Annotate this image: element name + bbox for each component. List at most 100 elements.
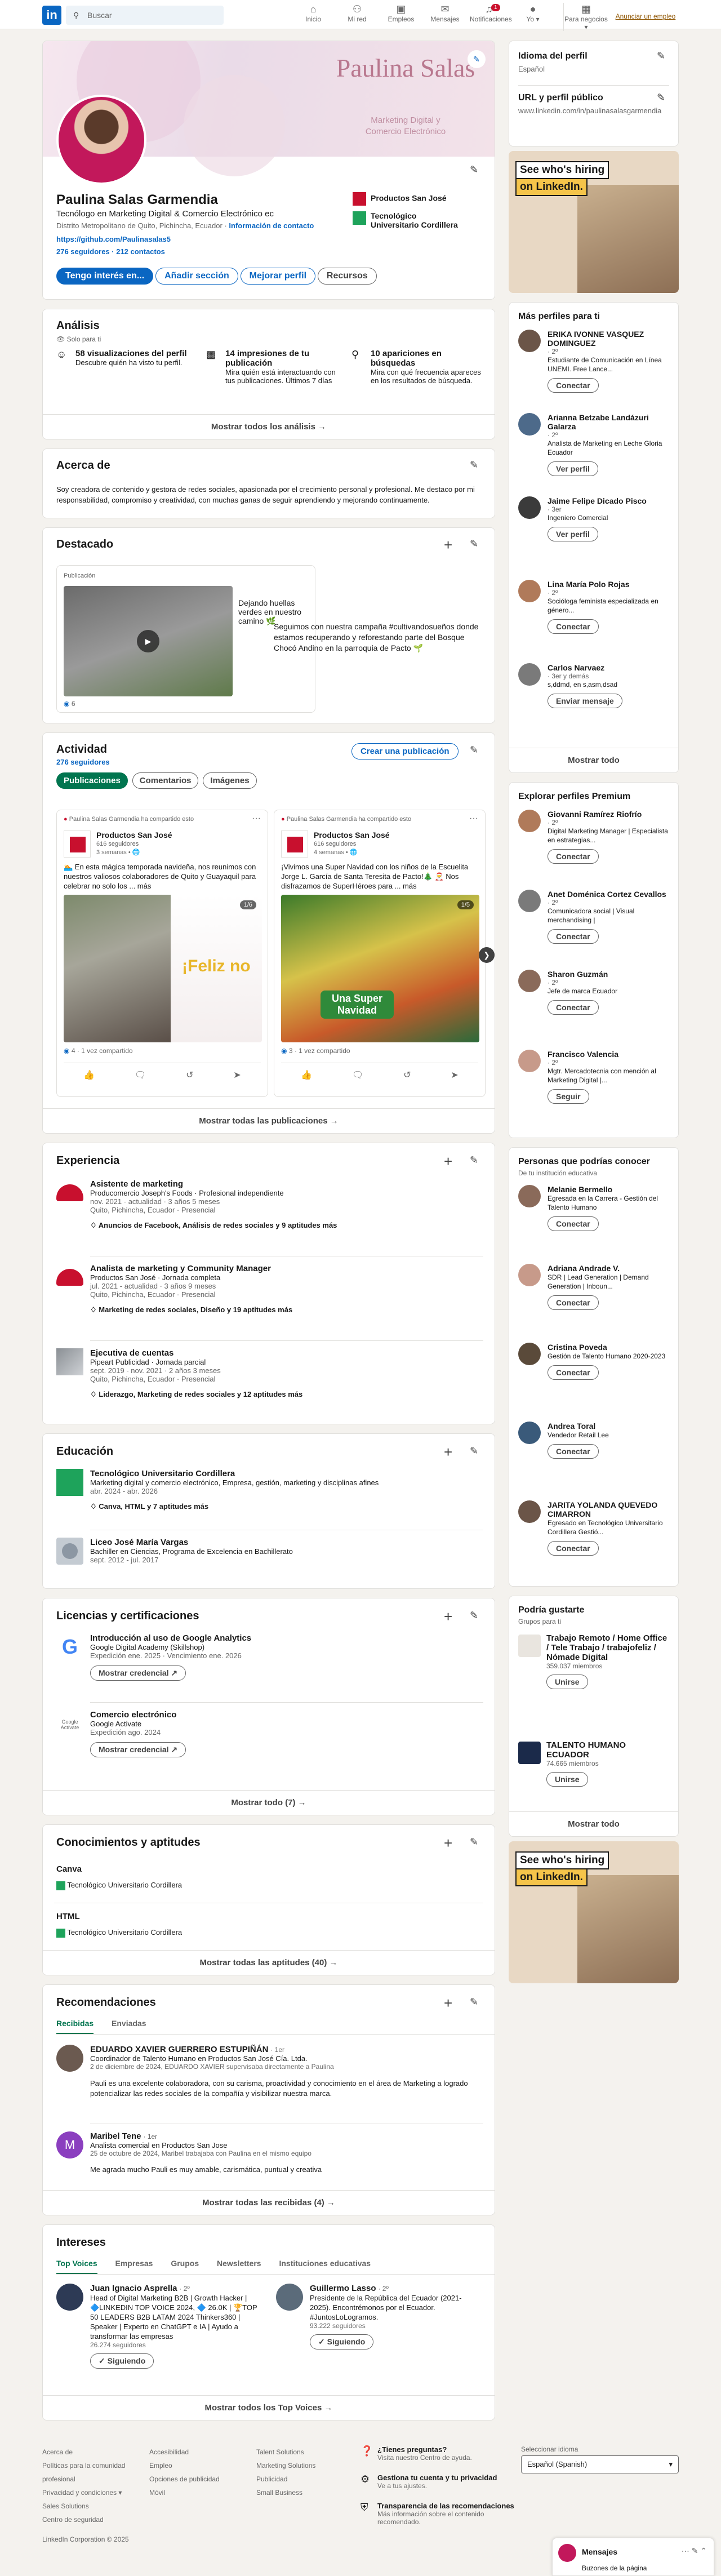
person-name[interactable]: ERIKA IVONNE VASQUEZ DOMINGUEZ xyxy=(548,330,670,348)
person-name[interactable]: Carlos Narvaez xyxy=(548,663,670,672)
footer-link[interactable]: Empleo xyxy=(149,2459,245,2472)
person-name[interactable]: Andrea Toral xyxy=(548,1422,670,1431)
improve-profile-button[interactable]: Mejorar perfil xyxy=(240,268,316,285)
footer-link[interactable]: Marketing Solutions xyxy=(256,2459,352,2472)
person-name[interactable]: Sharon Guzmán xyxy=(548,970,670,979)
search-input[interactable]: ⚲ Buscar xyxy=(66,6,224,25)
footer-link[interactable]: Sales Solutions xyxy=(42,2499,138,2513)
connect-button[interactable]: Conectar xyxy=(548,1295,599,1310)
activity-followers[interactable]: 276 seguidores xyxy=(56,758,110,766)
nav-messaging[interactable]: ✉ Mensajes xyxy=(426,3,464,23)
current-company[interactable]: Productos San José xyxy=(353,192,447,206)
school-logo[interactable] xyxy=(56,1538,83,1565)
add-section-button[interactable]: Añadir sección xyxy=(155,268,238,285)
connect-button[interactable]: Conectar xyxy=(548,1000,599,1015)
like-button[interactable]: 👍 xyxy=(301,1069,312,1081)
activity-post[interactable]: ● Paulina Salas Garmendia ha compartido … xyxy=(274,810,486,1097)
connect-button[interactable]: Seguir xyxy=(548,1089,589,1104)
avatar[interactable] xyxy=(518,663,541,686)
open-to-button[interactable]: Tengo interés en... xyxy=(56,268,154,285)
hiring-ad[interactable]: See who's hiring on LinkedIn. xyxy=(509,151,679,293)
person-name[interactable]: Lina María Polo Rojas xyxy=(548,580,670,589)
tab-schools[interactable]: Instituciones educativas xyxy=(279,2259,371,2273)
connect-button[interactable]: Conectar xyxy=(548,378,599,393)
avatar[interactable] xyxy=(518,890,541,912)
footer-link[interactable]: Accesibilidad xyxy=(149,2445,245,2459)
add-featured-button[interactable]: + xyxy=(444,538,452,552)
more-options-icon[interactable]: ··· xyxy=(469,814,478,824)
repost-button[interactable]: ↺ xyxy=(403,1069,411,1081)
person-name[interactable]: Arianna Betzabe Landázuri Galarza xyxy=(548,413,670,431)
analytics-impressions[interactable]: ▩ 14 impresiones de tu publicación Mira … xyxy=(206,349,336,385)
send-button[interactable]: ➤ xyxy=(451,1069,458,1081)
tab-posts[interactable]: Publicaciones xyxy=(56,772,128,789)
linkedin-logo[interactable]: in xyxy=(42,6,61,25)
school-logo[interactable] xyxy=(56,1469,83,1496)
footer-transparency[interactable]: ⛨ Transparencia de las recomendaciones M… xyxy=(360,2502,518,2526)
resources-button[interactable]: Recursos xyxy=(317,268,377,285)
tab-top-voices[interactable]: Top Voices xyxy=(56,2259,97,2274)
avatar[interactable] xyxy=(56,2284,83,2311)
google-activate-logo[interactable]: Google Actívate xyxy=(56,1710,83,1737)
company-logo[interactable] xyxy=(64,830,91,858)
footer-link[interactable]: Opciones de publicidad xyxy=(149,2472,245,2486)
language-select[interactable]: Español (Spanish) ▾ xyxy=(521,2455,679,2473)
avatar[interactable] xyxy=(518,1343,541,1365)
person-name[interactable]: Cristina Poveda xyxy=(548,1343,670,1352)
contact-info-link[interactable]: Información de contacto xyxy=(229,221,314,230)
analytics-search-appearances[interactable]: ⚲ 10 apariciones en búsquedas Mira con q… xyxy=(351,349,481,385)
connect-button[interactable]: Conectar xyxy=(548,849,599,864)
person-name[interactable]: Jaime Felipe Dicado Pisco xyxy=(548,496,670,505)
compose-icon[interactable]: ✎ xyxy=(692,2546,698,2555)
connect-button[interactable]: Ver perfil xyxy=(548,461,598,476)
more-options-icon[interactable]: ··· xyxy=(682,2546,689,2555)
add-license-button[interactable]: + xyxy=(444,1609,452,1624)
connect-button[interactable]: Ver perfil xyxy=(548,527,598,541)
comment-button[interactable]: 🗨 xyxy=(135,1069,146,1081)
avatar[interactable] xyxy=(518,1500,541,1523)
footer-link[interactable]: Móvil xyxy=(149,2486,245,2499)
connect-button[interactable]: Conectar xyxy=(548,1365,599,1380)
person-name[interactable]: Francisco Valencia xyxy=(548,1050,670,1059)
company-logo[interactable] xyxy=(281,830,308,858)
footer-link[interactable]: Talent Solutions xyxy=(256,2445,352,2459)
avatar[interactable] xyxy=(518,1050,541,1072)
footer-link[interactable]: Small Business xyxy=(256,2486,352,2499)
like-button[interactable]: 👍 xyxy=(83,1069,95,1081)
hiring-ad[interactable]: See who's hiring on LinkedIn. xyxy=(509,1841,679,1983)
avatar[interactable] xyxy=(518,496,541,519)
analytics-profile-views[interactable]: ☺ 58 visualizaciones del perfil Descubre… xyxy=(56,349,192,367)
show-all-groups[interactable]: Mostrar todo xyxy=(509,1811,678,1836)
following-button[interactable]: ✓ Siguiendo xyxy=(90,2353,154,2369)
company-logo[interactable] xyxy=(56,1264,83,1291)
show-all-skills[interactable]: Mostrar todas las aptitudes (40) → xyxy=(43,1950,495,1975)
repost-button[interactable]: ↺ xyxy=(186,1069,193,1081)
more-options-icon[interactable]: ··· xyxy=(252,814,261,824)
profile-photo[interactable] xyxy=(56,95,146,185)
connect-button[interactable]: Conectar xyxy=(548,929,599,944)
avatar[interactable] xyxy=(518,330,541,352)
person-name[interactable]: Melanie Bermello xyxy=(548,1185,670,1194)
nav-home[interactable]: ⌂ Inicio xyxy=(294,3,332,23)
avatar[interactable] xyxy=(56,2045,83,2072)
avatar[interactable]: M xyxy=(56,2131,83,2158)
avatar[interactable] xyxy=(276,2284,303,2311)
edit-experience-button[interactable]: ✎ xyxy=(470,1154,478,1166)
tab-companies[interactable]: Empresas xyxy=(115,2259,153,2273)
carousel-next-button[interactable]: ❯ xyxy=(479,947,495,963)
comment-button[interactable]: 🗨 xyxy=(352,1069,363,1081)
show-all-profiles[interactable]: Mostrar todo xyxy=(509,748,678,772)
footer-link[interactable]: Publicidad xyxy=(256,2472,352,2486)
nav-network[interactable]: ⚇ Mi red xyxy=(338,3,376,23)
add-education-button[interactable]: + xyxy=(444,1445,452,1459)
tab-images[interactable]: Imágenes xyxy=(203,772,257,789)
show-credential-button[interactable]: Mostrar credencial ↗ xyxy=(90,1665,186,1681)
join-group-button[interactable]: Unirse xyxy=(546,1675,588,1689)
nav-business[interactable]: ▦ Para negocios ▾ xyxy=(563,3,608,31)
connect-button[interactable]: Enviar mensaje xyxy=(548,694,622,708)
edit-language-button[interactable]: ✎ xyxy=(657,50,665,62)
group-logo[interactable] xyxy=(518,1635,541,1657)
website-link[interactable]: https://github.com/Paulinasalas5 xyxy=(56,235,171,243)
footer-help[interactable]: ❓ ¿Tienes preguntas? Visita nuestro Cent… xyxy=(360,2445,518,2462)
connect-button[interactable]: Conectar xyxy=(548,619,599,634)
